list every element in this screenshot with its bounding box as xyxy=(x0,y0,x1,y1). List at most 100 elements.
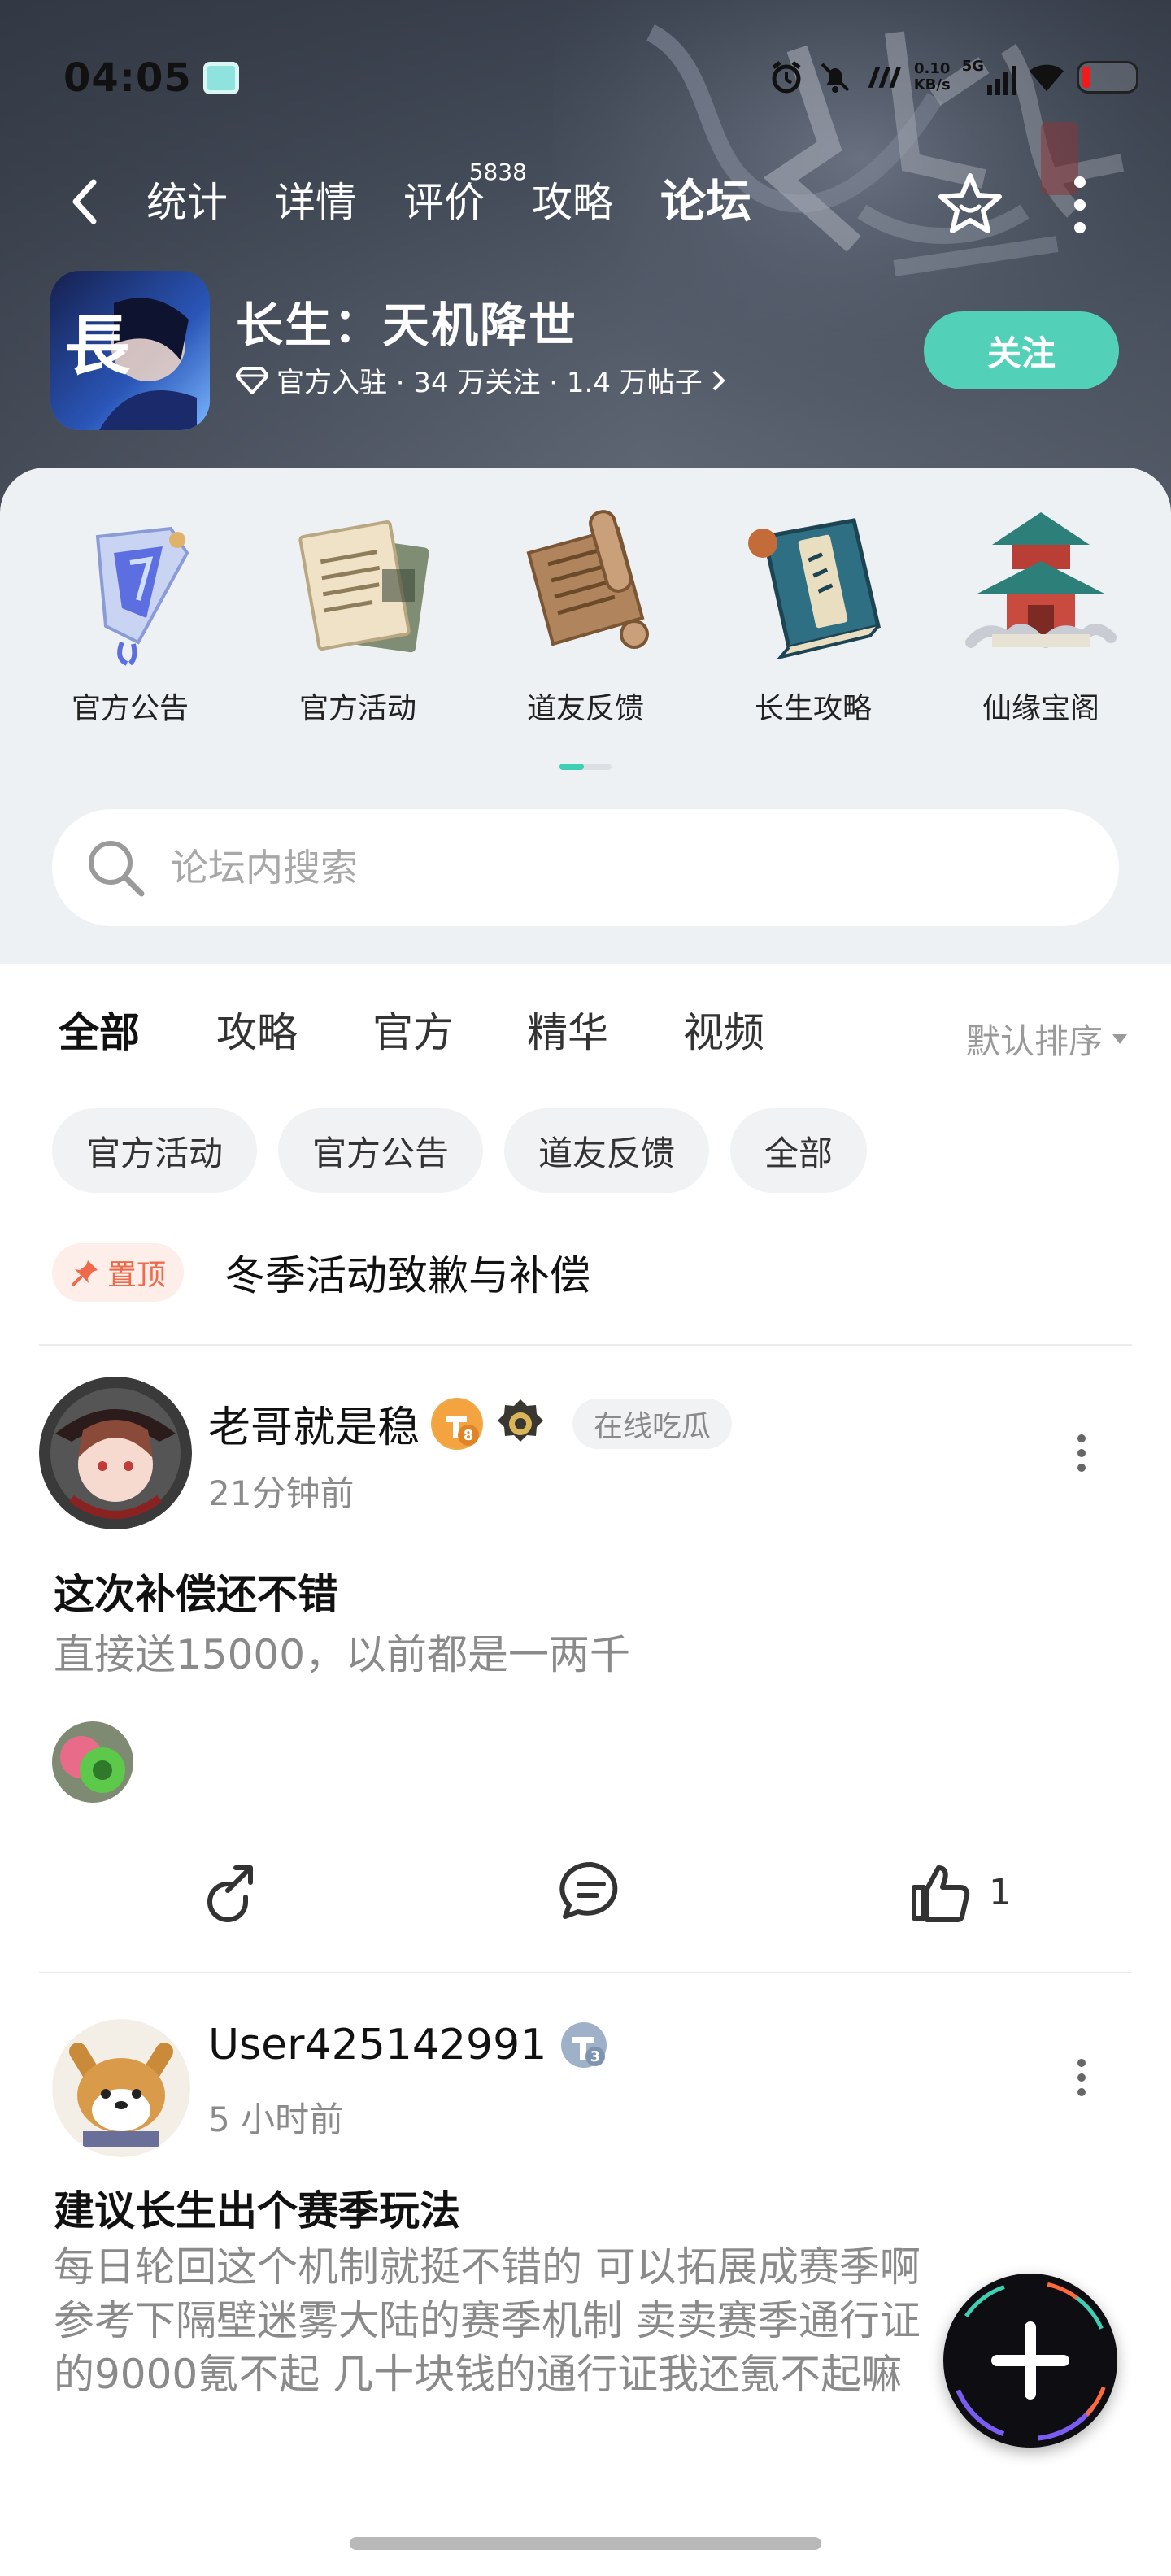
feedback-scroll-icon xyxy=(526,510,649,649)
game-stats-link[interactable]: 官方入驻 · 34 万关注 · 1.4 万帖子 xyxy=(236,360,727,400)
search-icon xyxy=(85,837,146,899)
more-options-button[interactable] xyxy=(1057,170,1103,240)
divider xyxy=(39,1344,1132,1346)
battery-icon xyxy=(1077,61,1138,94)
forum-search-bar[interactable] xyxy=(52,809,1119,926)
tab-details[interactable]: 详情 xyxy=(275,168,356,237)
share-button[interactable] xyxy=(195,1843,260,1941)
announcement-icon xyxy=(95,526,189,666)
post-actions: 1 xyxy=(0,1843,1171,1941)
filter-tab-featured[interactable]: 精华 xyxy=(527,996,608,1069)
post-filter-tabs: 全部 攻略 官方 精华 视频 默认排序 xyxy=(0,996,1171,1077)
like-count: 1 xyxy=(989,1871,1012,1913)
post-body: 每日轮回这个机制就挺不错的 可以拓展成赛季啊 参考下隔壁迷雾大陆的赛季机制 卖卖… xyxy=(54,2243,921,2398)
post-title: 建议长生出个赛季玩法 xyxy=(54,2187,460,2234)
game-info: 長 长生：天机降世 官方入驻 · 34 万关注 · 1.4 万帖子 关注 xyxy=(0,271,1171,433)
search-input[interactable] xyxy=(171,846,1065,890)
post-card[interactable]: 老哥就是稳 8 在线吃瓜 21分钟前 这次补偿还不错 直接送15000，以前都是… xyxy=(0,1377,1171,1938)
author-name[interactable]: 老哥就是稳 xyxy=(208,1393,420,1454)
home-indicator[interactable] xyxy=(350,2537,821,2550)
user-tag: 在线吃瓜 xyxy=(572,1398,733,1449)
category-guides[interactable]: 长生攻略 xyxy=(716,504,911,727)
nav-tabs: 统计 详情 评价 5838 攻略 论坛 xyxy=(146,160,799,237)
post-time: 21分钟前 xyxy=(208,1473,355,1513)
chip-official-announcement[interactable]: 官方公告 xyxy=(278,1108,484,1193)
pinned-badge: 置顶 xyxy=(52,1243,185,1302)
category-treasure-pavilion[interactable]: 仙缘宝阁 xyxy=(943,504,1138,727)
tab-guides[interactable]: 攻略 xyxy=(532,168,613,237)
guide-book-icon xyxy=(748,518,881,660)
pin-icon xyxy=(72,1260,98,1286)
filter-tab-all[interactable]: 全部 xyxy=(59,996,140,1069)
back-button[interactable] xyxy=(57,173,114,230)
category-user-feedback[interactable]: 道友反馈 xyxy=(488,504,683,727)
create-post-button[interactable] xyxy=(943,2274,1117,2448)
mute-bell-icon xyxy=(816,59,854,96)
tab-reviews[interactable]: 评价 5838 xyxy=(403,160,527,237)
achievement-medal-icon xyxy=(494,1398,546,1450)
wifi-icon xyxy=(1028,59,1065,96)
pavilion-icon xyxy=(965,512,1117,648)
caret-down-icon xyxy=(1112,1033,1127,1044)
nfc-icon xyxy=(865,59,903,96)
post-body: 直接送15000，以前都是一两千 xyxy=(54,1631,631,1678)
tab-stats[interactable]: 统计 xyxy=(146,168,228,237)
filter-tab-guides[interactable]: 攻略 xyxy=(216,996,298,1069)
category-official-announcement[interactable]: 官方公告 xyxy=(33,504,228,727)
chip-user-feedback[interactable]: 道友反馈 xyxy=(504,1108,710,1193)
activity-icon xyxy=(298,520,429,653)
filter-tab-official[interactable]: 官方 xyxy=(372,996,454,1069)
notification-app-icon xyxy=(203,62,239,94)
category-page-indicator xyxy=(559,764,612,770)
chip-official-activity[interactable]: 官方活动 xyxy=(52,1108,258,1193)
post-time: 5 小时前 xyxy=(208,2100,344,2139)
status-time: 04:05 xyxy=(63,55,192,101)
filter-tab-video[interactable]: 视频 xyxy=(683,996,764,1069)
cellular-signal-icon: 5G xyxy=(962,59,1016,95)
category-chip-row: 官方活动 官方公告 道友反馈 全部 xyxy=(52,1108,868,1193)
sort-dropdown[interactable]: 默认排序 xyxy=(966,1014,1129,1064)
post-title: 这次补偿还不错 xyxy=(54,1571,338,1618)
pinned-post[interactable]: 置顶 冬季活动致歉与补偿 xyxy=(52,1240,1119,1305)
game-icon[interactable]: 長 xyxy=(50,271,210,430)
alarm-icon xyxy=(768,59,805,96)
share-icon xyxy=(207,1865,253,1922)
network-speed: 0.10 KB/s xyxy=(913,60,951,94)
category-official-activity[interactable]: 官方活动 xyxy=(260,504,455,727)
chip-all[interactable]: 全部 xyxy=(730,1108,868,1193)
favorite-button[interactable] xyxy=(934,167,1007,240)
avatar[interactable] xyxy=(52,2019,190,2157)
post-more-button[interactable] xyxy=(1065,1429,1098,1477)
level-badge: 3 xyxy=(558,2019,610,2071)
top-navigation: 统计 详情 评价 5838 攻略 论坛 xyxy=(0,159,1171,248)
author-name[interactable]: User425142991 xyxy=(208,2021,546,2069)
emoji-sticker xyxy=(52,1721,133,1803)
forum-categories-panel: 官方公告 官方活动 道友反馈 长生攻略 仙缘宝阁 论坛内搜索 xyxy=(0,468,1171,964)
diamond-verified-icon xyxy=(236,366,268,394)
comment-button[interactable] xyxy=(558,1843,625,1941)
svg-text:8: 8 xyxy=(464,1427,474,1444)
plus-icon xyxy=(950,2280,1111,2441)
follow-button[interactable]: 关注 xyxy=(924,311,1119,389)
comment-icon xyxy=(559,1861,618,1919)
divider xyxy=(39,1972,1132,1973)
avatar[interactable] xyxy=(39,1377,192,1530)
category-list: 官方公告 官方活动 道友反馈 长生攻略 仙缘宝阁 xyxy=(0,504,1171,727)
chevron-left-icon xyxy=(72,179,97,224)
post-more-button[interactable] xyxy=(1065,2053,1098,2102)
thumbs-up-icon xyxy=(912,1865,970,1922)
status-bar: 04:05 0.10 KB/s 5G xyxy=(0,49,1171,106)
svg-text:3: 3 xyxy=(590,2048,601,2065)
level-badge: 8 xyxy=(431,1397,484,1450)
post-author: 老哥就是稳 8 在线吃瓜 xyxy=(208,1393,733,1454)
chevron-right-icon xyxy=(712,370,725,390)
pinned-post-title: 冬季活动致歉与补偿 xyxy=(224,1252,591,1299)
tab-forum[interactable]: 论坛 xyxy=(660,168,751,237)
post-author: User425142991 3 xyxy=(208,2019,610,2071)
star-icon xyxy=(938,173,1002,233)
game-header-banner: 04:05 0.10 KB/s 5G 统计 详情 评价 5838 攻略 论坛 長… xyxy=(0,0,1171,520)
svg-text:長: 長 xyxy=(65,307,131,384)
game-title: 长生：天机降世 xyxy=(236,298,578,353)
review-count-badge: 5838 xyxy=(468,159,527,185)
like-button[interactable]: 1 xyxy=(909,1843,1012,1941)
